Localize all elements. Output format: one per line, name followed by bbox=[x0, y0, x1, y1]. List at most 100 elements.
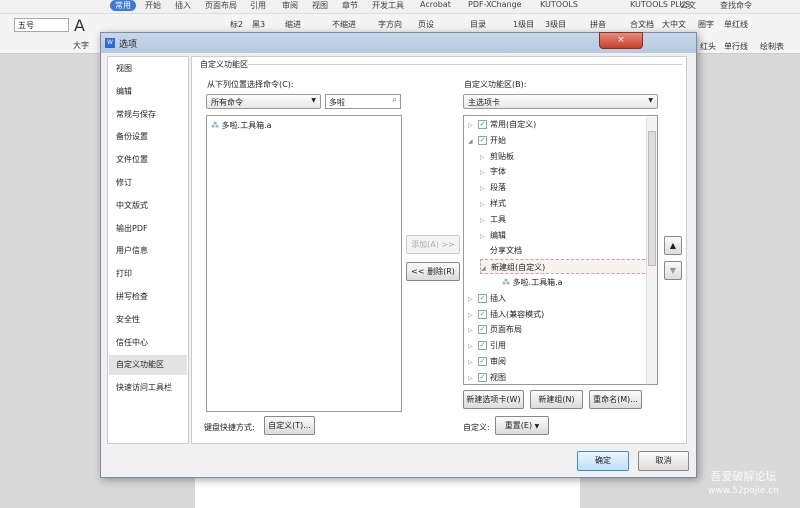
nav-item[interactable]: 备份设置 bbox=[109, 127, 187, 147]
tab-2[interactable]: 插入 bbox=[175, 0, 191, 11]
ribbon-item[interactable]: 单行线 bbox=[724, 41, 748, 52]
tree-item[interactable]: 分享文档 bbox=[480, 243, 522, 258]
ribbon-item[interactable]: 拼音 bbox=[590, 19, 606, 30]
grow-font-icon[interactable]: A bbox=[74, 16, 85, 35]
tab-14[interactable]: 查找命令 bbox=[720, 0, 752, 11]
tab-0[interactable]: 常用 bbox=[110, 0, 136, 11]
collapsed-icon[interactable]: ▷ bbox=[468, 355, 478, 370]
collapsed-icon[interactable]: ▷ bbox=[468, 118, 478, 133]
reset-button[interactable]: 重置(E) ▼ bbox=[495, 416, 549, 435]
tree-item[interactable]: ▷ ✓ 视图 bbox=[468, 370, 506, 384]
new-tab-button[interactable]: 新建选项卡(W) bbox=[463, 390, 524, 409]
nav-item[interactable]: 拼写检查 bbox=[109, 287, 187, 307]
nav-item[interactable]: 用户信息 bbox=[109, 241, 187, 261]
tab-5[interactable]: 审阅 bbox=[282, 0, 298, 11]
nav-item[interactable]: 输出PDF bbox=[109, 219, 187, 239]
move-up-button[interactable]: ▲ bbox=[664, 236, 682, 255]
collapsed-icon[interactable]: ▷ bbox=[468, 339, 478, 354]
collapsed-icon[interactable]: ▷ bbox=[480, 181, 490, 196]
ribbon-tabs-select[interactable]: 主选项卡 ▼ bbox=[463, 94, 658, 109]
nav-item[interactable]: 信任中心 bbox=[109, 333, 187, 353]
checkbox[interactable]: ✓ bbox=[478, 293, 487, 303]
ribbon-item[interactable]: 黑3 bbox=[252, 19, 265, 30]
tree-item[interactable]: ▷ 样式 bbox=[480, 196, 506, 211]
ribbon-item[interactable]: 目录 bbox=[470, 19, 486, 30]
nav-item[interactable]: 修订 bbox=[109, 173, 187, 193]
tree-item[interactable]: ▷ ✓ 常用(自定义) bbox=[468, 117, 536, 132]
tab-7[interactable]: 章节 bbox=[342, 0, 358, 11]
dialog-titlebar[interactable]: W 选项 × bbox=[101, 32, 696, 53]
tab-11[interactable]: KUTOOLS bbox=[540, 0, 578, 9]
tab-4[interactable]: 引用 bbox=[250, 0, 266, 11]
tree-item[interactable]: ▷ ✓ 插入(兼容模式) bbox=[468, 307, 544, 322]
nav-item[interactable]: 视图 bbox=[109, 59, 187, 79]
tab-6[interactable]: 视图 bbox=[312, 0, 328, 11]
nav-item[interactable]: 编辑 bbox=[109, 82, 187, 102]
checkbox[interactable]: ✓ bbox=[478, 372, 487, 382]
nav-item[interactable]: 中文版式 bbox=[109, 196, 187, 216]
nav-item[interactable]: 快速访问工具栏 bbox=[109, 378, 187, 398]
checkbox[interactable]: ✓ bbox=[478, 357, 487, 366]
tab-10[interactable]: PDF-XChange bbox=[468, 0, 522, 9]
nav-item[interactable]: 安全性 bbox=[109, 310, 187, 330]
collapsed-icon[interactable]: ▷ bbox=[468, 292, 478, 307]
checkbox[interactable]: ✓ bbox=[478, 325, 487, 335]
ribbon-item[interactable]: 圈字 bbox=[698, 19, 714, 30]
ribbon-item[interactable]: 绘制表 bbox=[760, 41, 784, 52]
command-source-select[interactable]: 所有命令 ▼ bbox=[206, 94, 321, 109]
tree-item[interactable]: ▷ 字体 bbox=[480, 164, 506, 179]
expanded-icon[interactable]: ◢ bbox=[468, 134, 478, 149]
tab-1[interactable]: 开始 bbox=[145, 0, 161, 11]
tab-8[interactable]: 开发工具 bbox=[372, 0, 404, 11]
tree-item[interactable]: ▷ ✓ 插入 bbox=[468, 291, 506, 306]
command-search-input[interactable]: 多啦 ⌕ bbox=[325, 94, 401, 109]
tree-item[interactable]: ▷ 工具 bbox=[480, 212, 506, 227]
collapsed-icon[interactable]: ▷ bbox=[480, 150, 490, 165]
collapsed-icon[interactable]: ▷ bbox=[480, 213, 490, 228]
tree-item[interactable]: ▷ 编辑 bbox=[480, 228, 506, 243]
cancel-button[interactable]: 取消 bbox=[638, 451, 689, 471]
checkbox[interactable]: ✓ bbox=[478, 341, 487, 351]
ribbon-item[interactable]: 大中文 bbox=[662, 19, 686, 30]
collapsed-icon[interactable]: ▷ bbox=[480, 165, 490, 180]
ok-button[interactable]: 确定 bbox=[577, 451, 629, 471]
font-size-select[interactable]: 五号 bbox=[14, 18, 69, 32]
remove-button[interactable]: << 删除(R) bbox=[406, 262, 460, 281]
ribbon-item[interactable]: 缩进 bbox=[285, 19, 301, 30]
ribbon-item[interactable]: 红头 bbox=[700, 41, 716, 52]
tab-13[interactable]: 公文 bbox=[680, 0, 696, 11]
tab-3[interactable]: 页面布局 bbox=[205, 0, 237, 11]
nav-item[interactable]: 打印 bbox=[109, 264, 187, 284]
collapsed-icon[interactable]: ▷ bbox=[468, 308, 478, 323]
nav-item[interactable]: 文件位置 bbox=[109, 150, 187, 170]
rename-button[interactable]: 重命名(M)... bbox=[589, 390, 642, 409]
ribbon-item[interactable]: 3级目 bbox=[545, 19, 566, 30]
add-button[interactable]: 添加(A) >> bbox=[406, 235, 460, 254]
checkbox[interactable]: ✓ bbox=[478, 309, 487, 319]
close-button[interactable]: × bbox=[599, 32, 643, 49]
ribbon-item[interactable]: 单红线 bbox=[724, 19, 748, 30]
new-group-button[interactable]: 新建组(N) bbox=[530, 390, 583, 409]
collapsed-icon[interactable]: ▷ bbox=[480, 229, 490, 244]
nav-item[interactable]: 常规与保存 bbox=[109, 105, 187, 125]
list-item[interactable]: ⁂ 多啦.工具箱.a bbox=[211, 118, 272, 133]
ribbon-item[interactable]: 标2 bbox=[230, 19, 243, 30]
tree-item[interactable]: ◢ ✓ 开始 bbox=[468, 133, 506, 148]
scroll-thumb[interactable] bbox=[648, 131, 656, 266]
tree-item[interactable]: ▷ ✓ 引用 bbox=[468, 338, 506, 353]
tree-item[interactable]: ▷ ✓ 审阅 bbox=[468, 354, 506, 369]
collapsed-icon[interactable]: ▷ bbox=[480, 197, 490, 212]
move-down-button[interactable]: ▼ bbox=[664, 261, 682, 280]
tree-item[interactable]: ▷ 剪贴板 bbox=[480, 149, 514, 164]
ribbon-item[interactable]: 字方向 bbox=[378, 19, 402, 30]
checkbox[interactable]: ✓ bbox=[478, 120, 487, 129]
ribbon-item[interactable]: 合文档 bbox=[630, 19, 654, 30]
tree-scrollbar[interactable] bbox=[646, 117, 657, 384]
expanded-icon[interactable]: ◢ bbox=[481, 261, 491, 276]
ribbon-item[interactable]: 页设 bbox=[418, 19, 434, 30]
document-page[interactable] bbox=[195, 478, 580, 508]
nav-item[interactable]: 自定义功能区 bbox=[109, 355, 187, 376]
ribbon-item[interactable]: 不缩进 bbox=[332, 19, 356, 30]
tree-item[interactable]: ◢ 新建组(自定义) bbox=[480, 259, 650, 276]
keyboard-customize-button[interactable]: 自定义(T)... bbox=[264, 416, 315, 435]
